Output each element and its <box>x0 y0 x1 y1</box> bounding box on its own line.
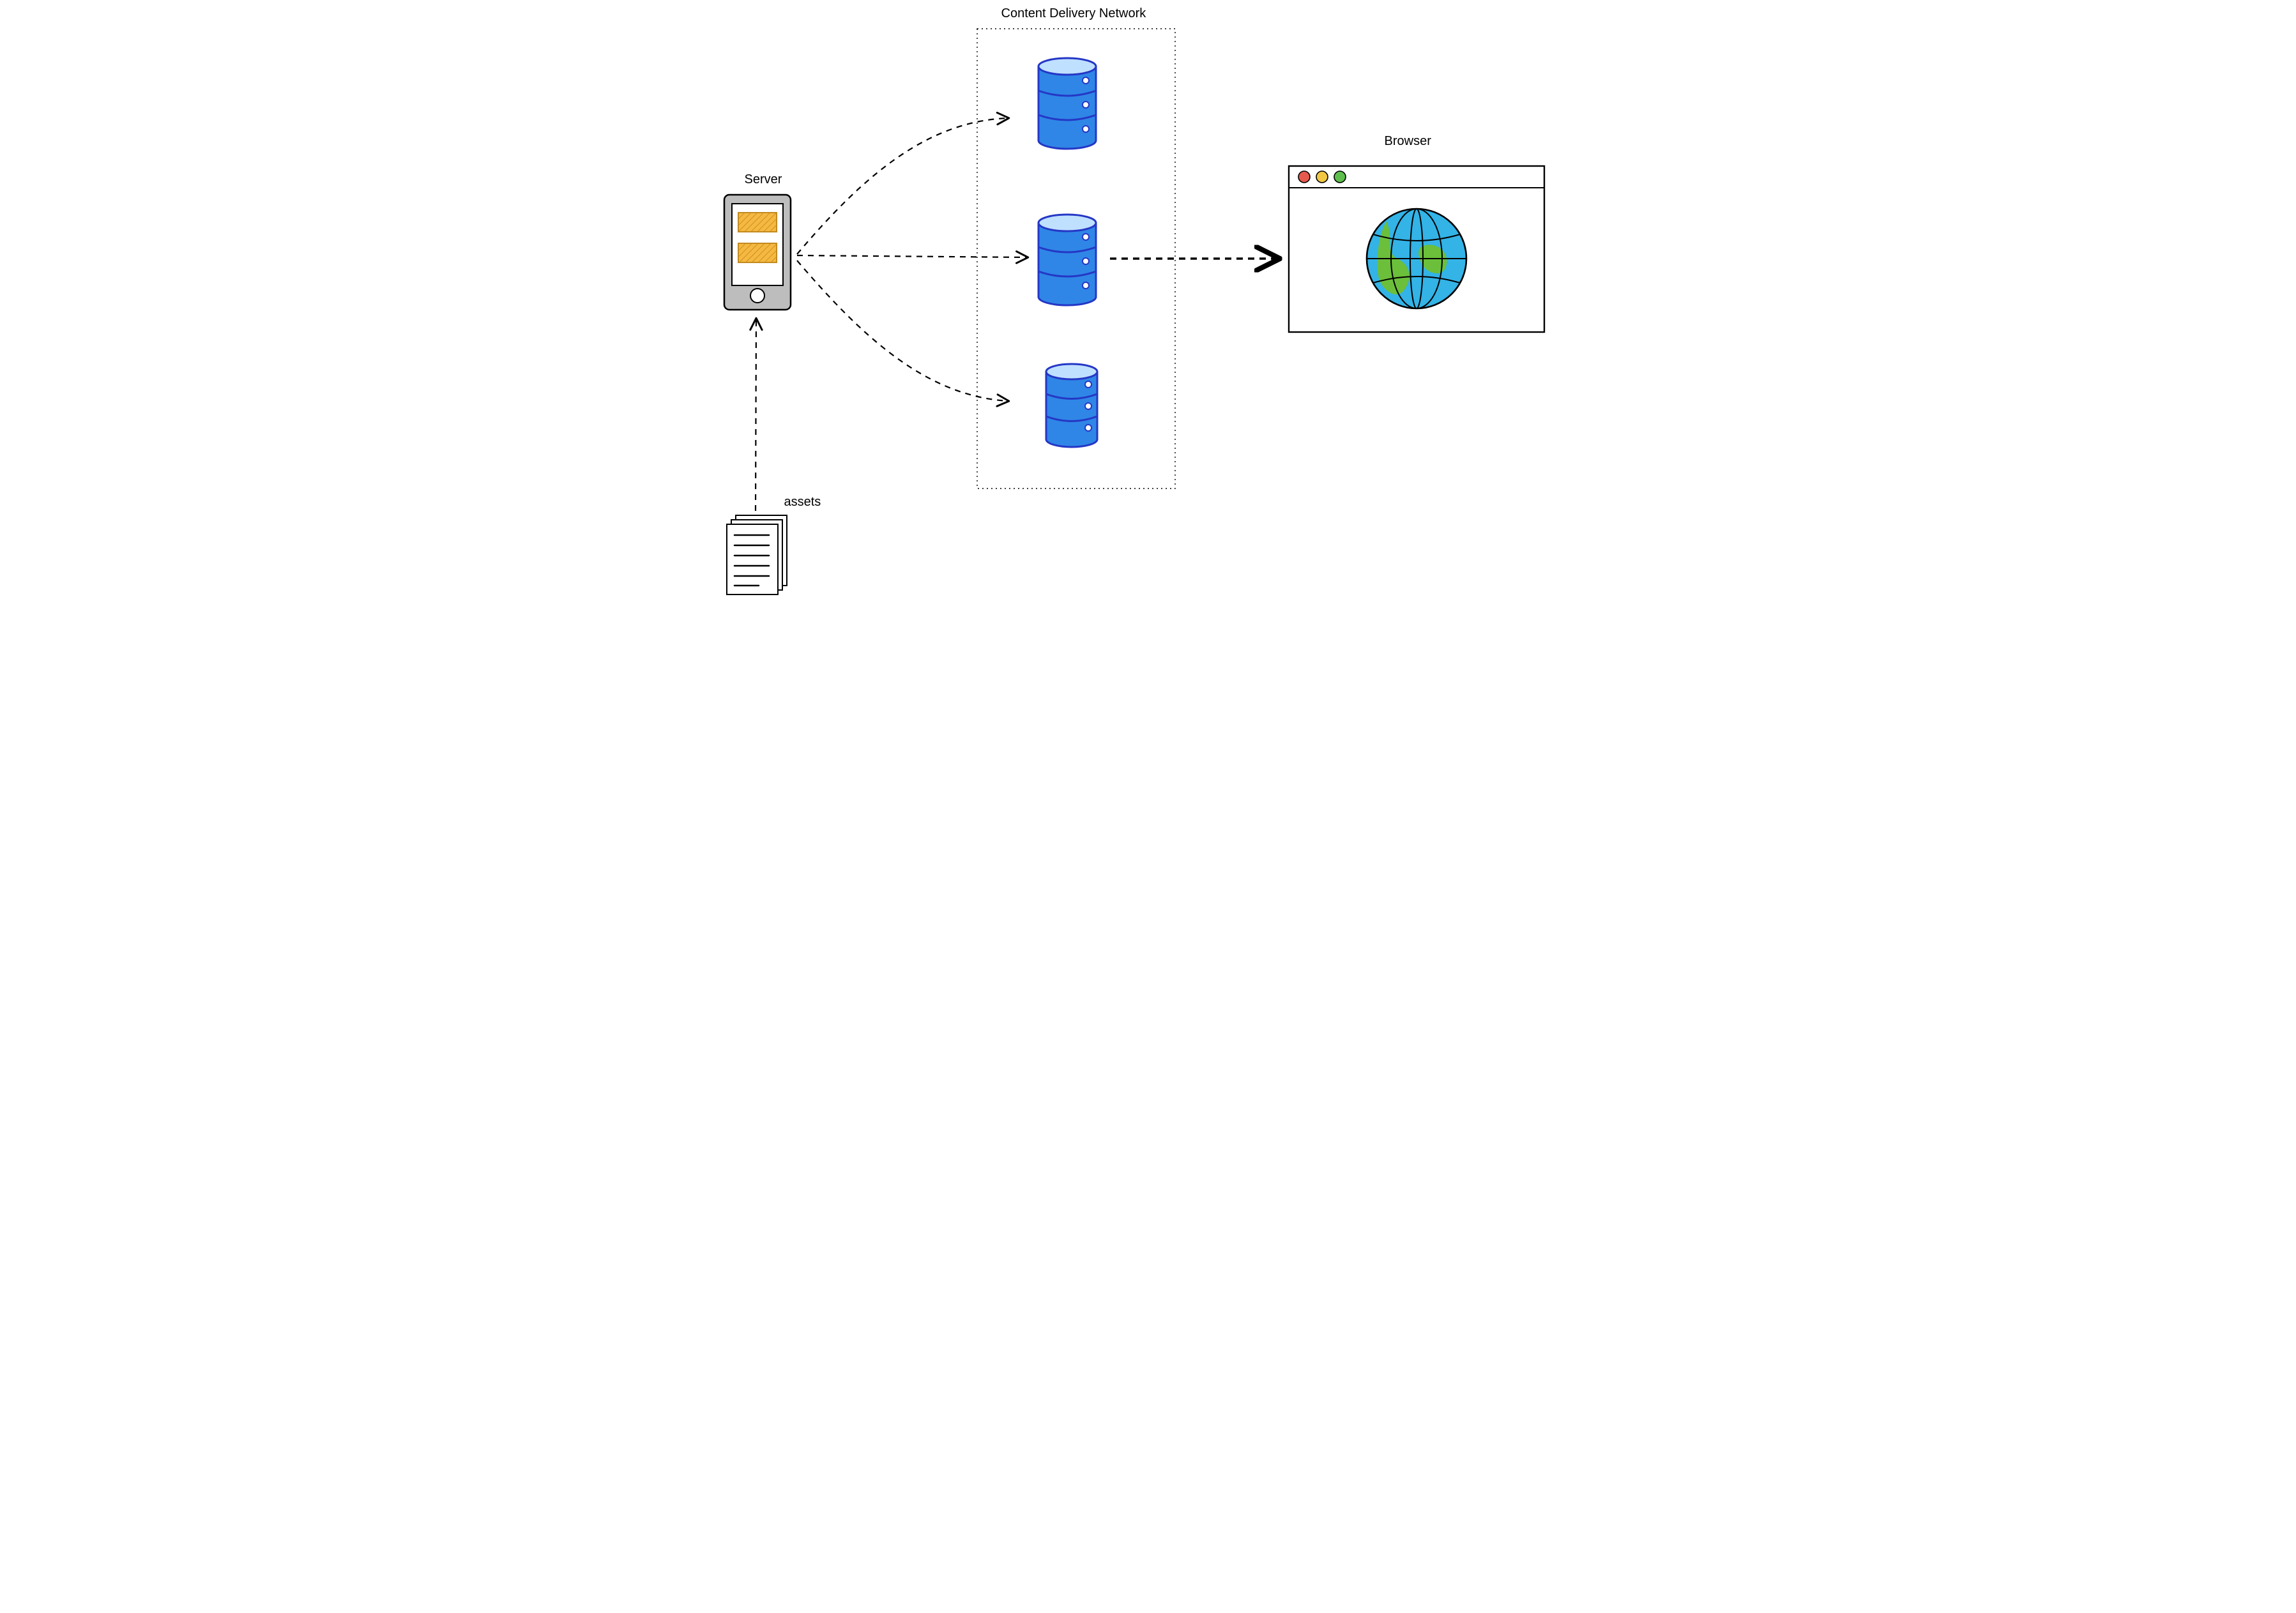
globe-icon <box>1367 209 1466 308</box>
cdn-container <box>977 29 1175 488</box>
cdn-label: Content Delivery Network <box>1001 6 1146 21</box>
diagram-canvas: Server Content Delivery Network Browser … <box>714 0 1583 613</box>
cdn-cache-middle <box>1038 215 1096 305</box>
cdn-cache-bottom <box>1046 364 1097 447</box>
edge-server-cache-top <box>797 118 1008 254</box>
assets-node <box>727 515 787 594</box>
server-node <box>724 195 791 310</box>
cdn-cache-top <box>1038 58 1096 149</box>
server-label: Server <box>745 172 782 187</box>
assets-label: assets <box>784 495 821 510</box>
browser-label: Browser <box>1385 134 1431 149</box>
edge-server-cache-middle <box>797 255 1027 257</box>
browser-node <box>1289 166 1544 332</box>
diagram-svg <box>714 0 1583 613</box>
edge-server-cache-bottom <box>797 261 1008 401</box>
